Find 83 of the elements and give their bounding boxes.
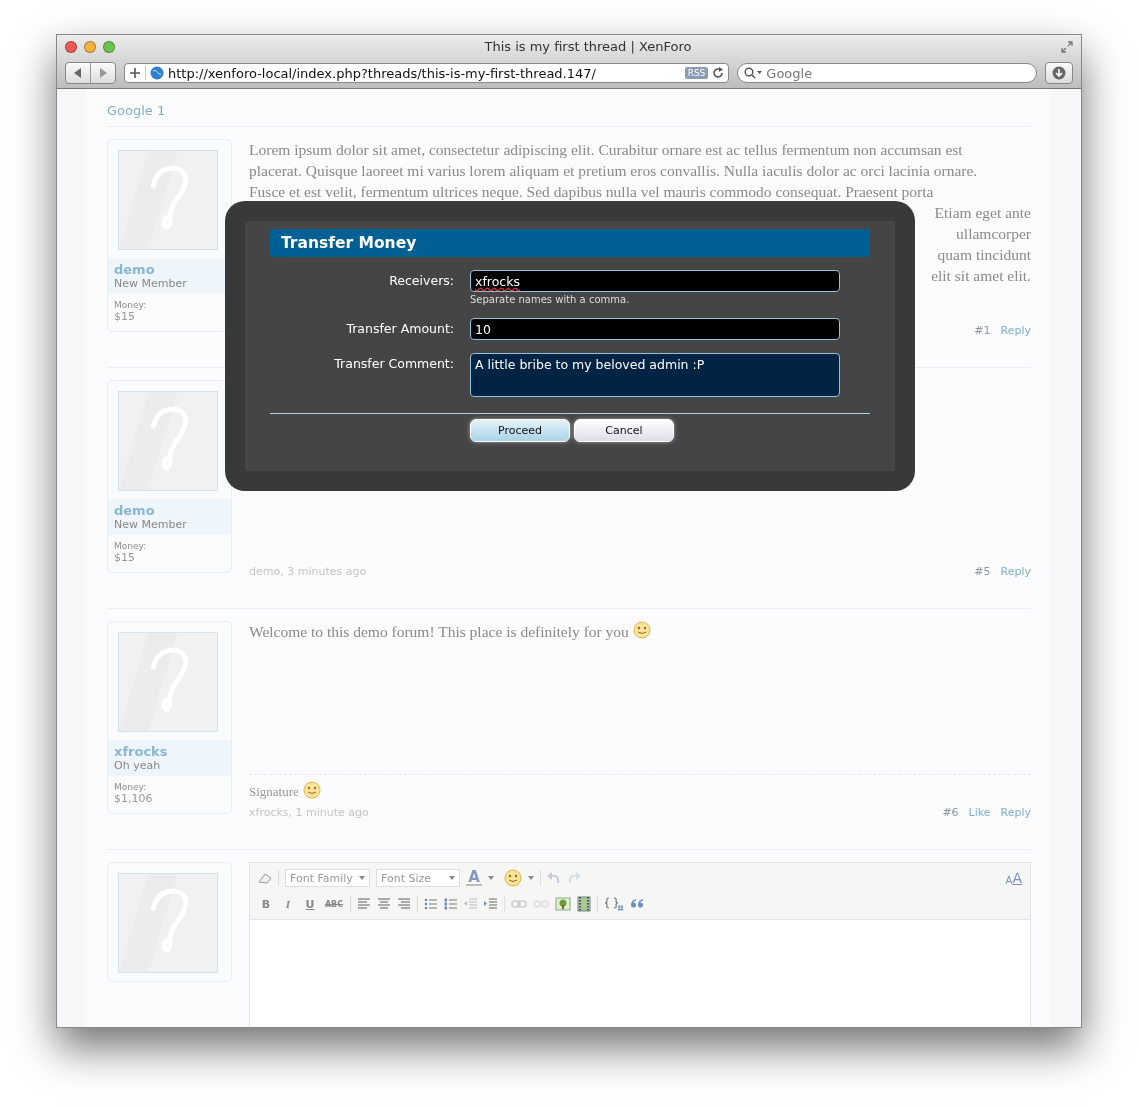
toggle-editor-button[interactable]: AA <box>1005 870 1022 886</box>
caret-icon[interactable] <box>488 876 494 880</box>
align-right-icon[interactable] <box>397 898 411 910</box>
post-action-link[interactable]: Like <box>968 806 991 819</box>
zoom-icon[interactable] <box>103 40 115 53</box>
font-size-dropdown[interactable]: Font Size <box>376 869 460 887</box>
align-center-icon[interactable] <box>377 898 391 910</box>
address-field[interactable]: http://xenforo-local/index.php?threads/this-is-my-first-thread.147/ RSS <box>124 63 730 83</box>
film-icon[interactable] <box>577 896 591 912</box>
editor-field[interactable]: Font Family Font Size A AA B I U ABC <box>249 862 1031 1027</box>
forward-arrow-icon[interactable] <box>99 68 107 78</box>
message-text: Fusce et est velit, fermentum ultrices neque. Sed dapibus nulla vel mauris commodo consequat. Praesent porta <box>249 182 934 202</box>
numbered-list-icon[interactable] <box>444 898 458 910</box>
user-title: Oh yeah <box>114 759 162 772</box>
field-label: Transfer Comment: <box>333 355 454 373</box>
user-title: New Member <box>114 518 188 531</box>
smiley-icon <box>504 869 522 887</box>
message-text: Welcome to this demo forum! This place is definitely for you <box>249 622 629 642</box>
comment-field[interactable]: A little bribe to my beloved admin :P <box>470 353 840 397</box>
rss-badge[interactable]: RSS <box>684 67 709 79</box>
fullscreen-icon[interactable] <box>1061 40 1073 53</box>
message-text: elit sit amet elit. <box>931 266 1031 286</box>
message-text: Etiam eget ante <box>934 203 1031 223</box>
back-arrow-icon[interactable] <box>74 68 82 78</box>
dialog-title: Transfer Money <box>270 229 870 257</box>
money-label: Money: <box>114 541 148 551</box>
breadcrumb-link[interactable]: Google 1 <box>107 103 166 118</box>
money-label: Money: <box>114 782 148 792</box>
reload-icon[interactable] <box>712 67 725 79</box>
window-title: This is my first thread | XenForo <box>483 39 693 54</box>
post-number-link[interactable]: #1 <box>974 324 991 337</box>
globe-icon[interactable] <box>150 66 164 80</box>
field-label: Receivers: <box>388 272 454 290</box>
username-link[interactable]: demo <box>114 262 225 277</box>
outdent-icon[interactable] <box>464 898 478 910</box>
format-button[interactable]: U <box>302 897 318 911</box>
caret-icon[interactable] <box>359 876 365 880</box>
post-action-link[interactable]: Reply <box>1000 324 1031 337</box>
download-icon[interactable] <box>1052 66 1066 80</box>
text-field[interactable]: 10 <box>470 318 840 340</box>
bullet-list-icon[interactable] <box>424 898 438 910</box>
downloads-button[interactable] <box>1045 62 1073 84</box>
username-link[interactable]: xfrocks <box>114 744 225 759</box>
post-number-link[interactable]: #5 <box>974 565 991 578</box>
code-icon[interactable] <box>604 897 624 911</box>
signature-text: Signature <box>249 784 299 799</box>
money-label: Money: <box>114 300 148 310</box>
money-value: $15 <box>114 551 136 564</box>
post-action-link[interactable]: Reply <box>1000 806 1031 819</box>
minimize-icon[interactable] <box>84 40 96 53</box>
format-button[interactable]: I <box>280 898 296 910</box>
image-icon[interactable] <box>555 897 571 911</box>
message-text: ullamcorper <box>956 224 1031 244</box>
align-left-icon[interactable] <box>357 898 371 910</box>
search-field[interactable]: Google <box>737 63 1038 83</box>
post-meta: xfrocks, 1 minute ago <box>249 806 369 819</box>
format-button[interactable]: ABC <box>324 899 344 909</box>
quote-icon[interactable] <box>630 899 644 909</box>
post-number-link[interactable]: #6 <box>942 806 959 819</box>
money-value: $1,106 <box>114 792 154 805</box>
caret-icon[interactable] <box>449 876 455 880</box>
eraser-icon[interactable] <box>258 872 272 884</box>
format-button[interactable]: B <box>258 897 274 911</box>
caret-icon[interactable] <box>528 876 534 880</box>
proceed-button[interactable]: Proceed <box>470 419 570 442</box>
text-color-button[interactable]: A <box>466 870 482 886</box>
user-title: New Member <box>114 277 188 290</box>
text-field[interactable]: xfrocks <box>470 270 840 292</box>
field-label: Transfer Amount: <box>345 320 454 338</box>
message-text: quam tincidunt <box>937 245 1031 265</box>
field-hint: Separate names with a comma. <box>470 294 631 305</box>
close-icon[interactable] <box>65 40 77 53</box>
indent-icon[interactable] <box>484 898 498 910</box>
font-family-dropdown[interactable]: Font Family <box>285 869 370 887</box>
username-link[interactable]: demo <box>114 503 225 518</box>
message-text: Lorem ipsum dolor sit amet, consectetur adipiscing elit. Curabitur ornare est ac tellus fermentum non accumsan est <box>249 140 963 160</box>
search-icon[interactable] <box>744 67 763 79</box>
message-text: placerat. Quisque laoreet mi varius lorem aliquam et pretium eros convallis. Nulla iaculis dolor ac orci lacinia ornare. <box>249 161 978 181</box>
plus-icon[interactable] <box>129 67 141 79</box>
cancel-button[interactable]: Cancel <box>574 419 674 442</box>
post-meta: demo, 3 minutes ago <box>249 565 367 578</box>
post-action-link[interactable]: Reply <box>1000 565 1031 578</box>
money-value: $15 <box>114 310 136 323</box>
